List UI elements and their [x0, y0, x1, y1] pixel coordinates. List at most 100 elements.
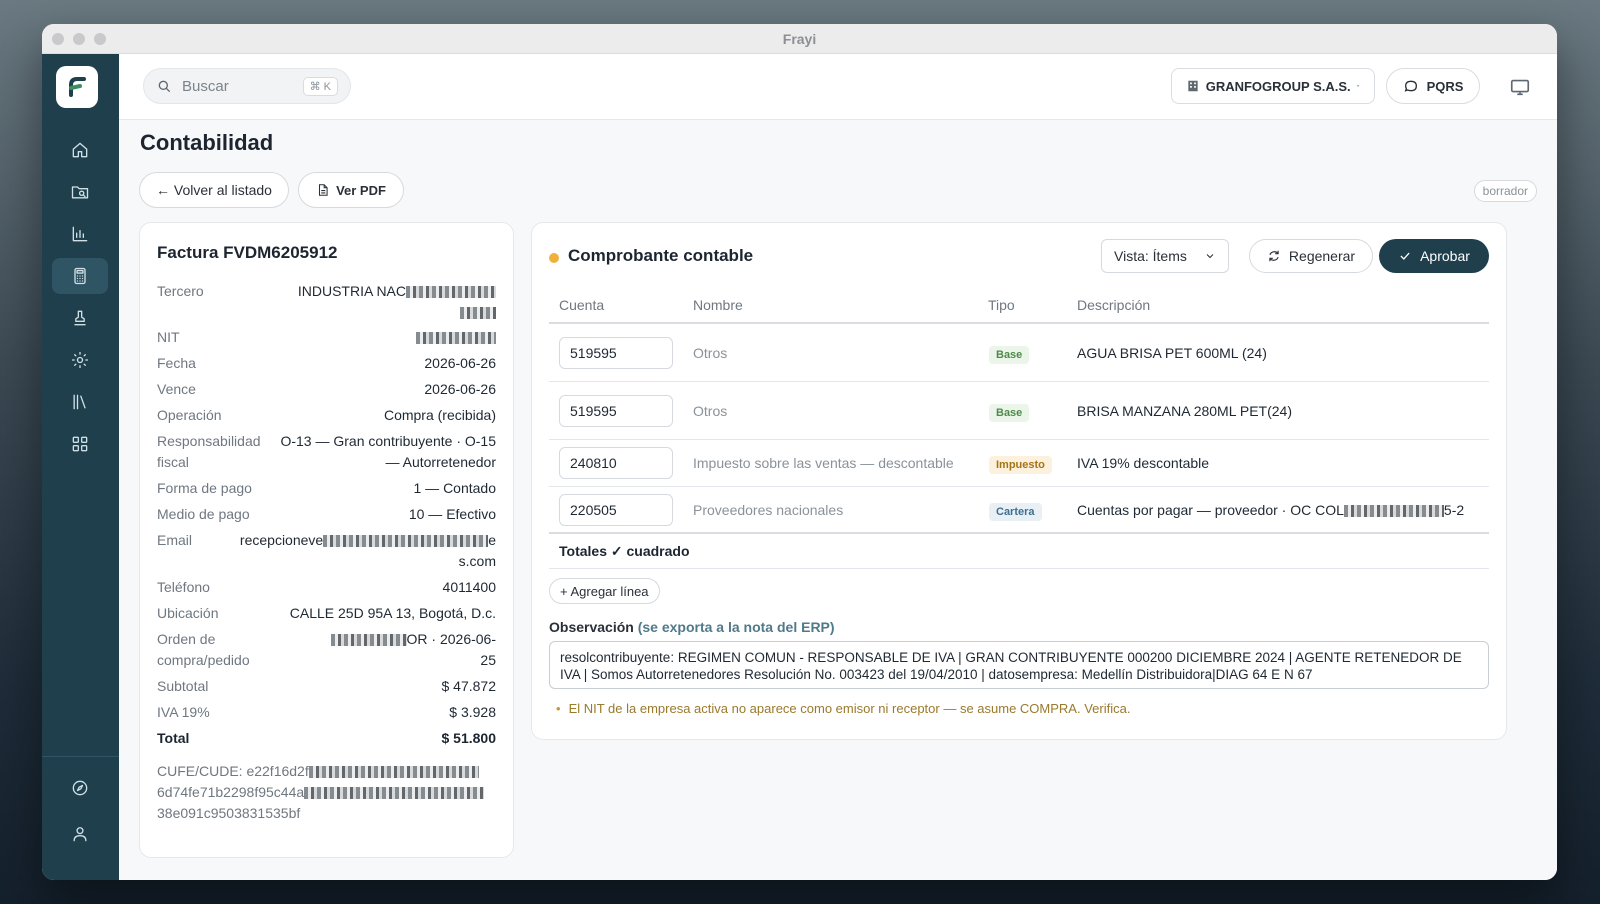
status-badge: borrador [1473, 180, 1537, 202]
nav-reports[interactable] [52, 216, 108, 252]
field-label: NIT [157, 329, 180, 345]
logo-icon [69, 77, 86, 97]
back-to-list-button[interactable]: ← Volver al listado [139, 172, 289, 208]
account-name: Impuesto sobre las ventas — descontable [693, 455, 954, 471]
library-icon [73, 394, 86, 410]
account-input[interactable]: 519595 [559, 395, 673, 427]
observation-label: Observación (se exporta a la nota del ER… [549, 619, 835, 635]
field-email: Email recepcioneve e s.com [157, 530, 496, 574]
refresh-icon [1269, 250, 1279, 262]
type-badge: Base [989, 346, 1030, 364]
field-label: IVA 19% [157, 704, 210, 720]
redacted-text [1343, 505, 1444, 518]
view-pdf-label: Ver PDF [336, 182, 386, 198]
account-name: Otros [693, 345, 728, 361]
column-header-cuenta[interactable]: Cuenta [559, 297, 604, 313]
redacted-text [323, 535, 489, 548]
field-label: Ubicación [157, 605, 219, 621]
nav-home[interactable] [52, 132, 108, 168]
app-window: Frayi Buscar ⌘ K GRANFOGROUP S.A.S. · PQ… [42, 24, 1557, 880]
nav-accounting[interactable] [52, 258, 108, 294]
tercero-value: INDUSTRIA NAC [297, 283, 406, 299]
nav-stamp[interactable] [52, 300, 108, 336]
field-label: Tercero [157, 283, 204, 299]
account-name: Otros [693, 403, 728, 419]
minimize-window-button[interactable] [73, 33, 85, 45]
account-input[interactable]: 519595 [559, 337, 673, 369]
cufe-line: 38e091c9503831535bf [157, 805, 301, 821]
account-input[interactable]: 220505 [559, 494, 673, 526]
field-label: Medio de pago [157, 506, 250, 522]
observation-textarea[interactable]: resolcontribuyente: REGIMEN COMUN - RESP… [549, 641, 1489, 689]
home-icon [72, 142, 88, 158]
account-input[interactable]: 240810 [559, 447, 673, 479]
monitor-icon[interactable] [1509, 76, 1531, 98]
regenerate-label: Regenerar [1288, 248, 1356, 264]
totals-status: Totales ✓ cuadrado [559, 543, 690, 559]
field-label: Operación [157, 407, 222, 423]
line-description: IVA 19% descontable [1077, 455, 1210, 471]
field-value: $ 3.928 [449, 704, 496, 720]
field-value: Compra (recibida) [383, 407, 496, 423]
page-title: Contabilidad [140, 130, 274, 155]
type-badge: Base [989, 404, 1030, 422]
view-select[interactable]: Vista: Ítems [1101, 239, 1229, 273]
search-input[interactable]: Buscar ⌘ K [143, 68, 351, 104]
field-value: $ 51.800 [441, 730, 497, 746]
field-value: $ 47.872 [441, 678, 497, 694]
pqrs-label: PQRS [1426, 78, 1464, 94]
description-end: 5-2 [1443, 502, 1465, 518]
field-label: Responsabilidad fiscal [157, 433, 261, 470]
nav-library[interactable] [52, 384, 108, 420]
approve-button[interactable]: Aprobar [1379, 239, 1489, 273]
description-text: Cuentas por pagar — proveedor · OC COL [1077, 502, 1344, 518]
field-label: Subtotal [157, 678, 209, 694]
cufe-line: CUFE/CUDE: e22f16d2f [157, 763, 309, 779]
line-description: AGUA BRISA PET 600ML (24) [1077, 345, 1267, 361]
close-window-button[interactable] [52, 33, 64, 45]
field-value: 10 — Efectivo [408, 506, 496, 522]
title-bar: Frayi [42, 24, 1557, 54]
voucher-card: Comprobante contable Vista: Ítems Regene… [531, 222, 1507, 740]
regenerate-button[interactable]: Regenerar [1249, 239, 1373, 273]
chevron-down-icon [1206, 254, 1214, 259]
add-line-button[interactable]: + Agregar línea [549, 578, 660, 604]
view-pdf-button[interactable]: Ver PDF [298, 172, 404, 208]
chevron-down-icon: · [1356, 80, 1360, 92]
check-icon [1400, 252, 1410, 260]
status-dot [549, 253, 559, 263]
column-header-tipo[interactable]: Tipo [988, 297, 1015, 313]
nav-settings[interactable] [52, 342, 108, 378]
top-bar: Buscar ⌘ K GRANFOGROUP S.A.S. · PQRS [119, 54, 1557, 120]
field-label: Email [157, 532, 193, 548]
column-header-nombre[interactable]: Nombre [693, 297, 743, 313]
redacted-text [304, 787, 485, 800]
view-select-value: Vista: Ítems [1114, 248, 1187, 264]
calculator-icon [74, 267, 86, 285]
chat-bubble-icon [1404, 80, 1417, 92]
compass-icon [72, 780, 88, 796]
grid-icon [72, 436, 88, 452]
nav-explore[interactable] [52, 770, 108, 806]
maximize-window-button[interactable] [94, 33, 106, 45]
email-end: e [488, 532, 496, 548]
search-placeholder: Buscar [182, 77, 229, 95]
user-icon [73, 827, 87, 842]
field-value: recepcioneve e s.com [206, 530, 496, 572]
pqrs-button[interactable]: PQRS [1386, 68, 1480, 104]
nav-profile[interactable] [52, 816, 108, 852]
field-label: Vence [157, 381, 196, 397]
field-value: 2026-06-26 [424, 381, 496, 397]
column-header-descripcion[interactable]: Descripción [1077, 297, 1150, 313]
field-value [416, 327, 496, 348]
company-selector[interactable]: GRANFOGROUP S.A.S. · [1170, 68, 1375, 104]
invoice-title: Factura FVDM6205912 [157, 243, 338, 262]
line-description: Cuentas por pagar — proveedor · OC COL 5-… [1077, 502, 1464, 518]
nav-apps[interactable] [52, 426, 108, 462]
building-icon [1188, 80, 1198, 92]
app-logo[interactable] [56, 66, 98, 108]
field-label: Teléfono [157, 579, 210, 595]
nav-documents[interactable] [52, 174, 108, 210]
window-title: Frayi [782, 30, 817, 47]
field-value: INDUSTRIA NAC [250, 281, 496, 323]
